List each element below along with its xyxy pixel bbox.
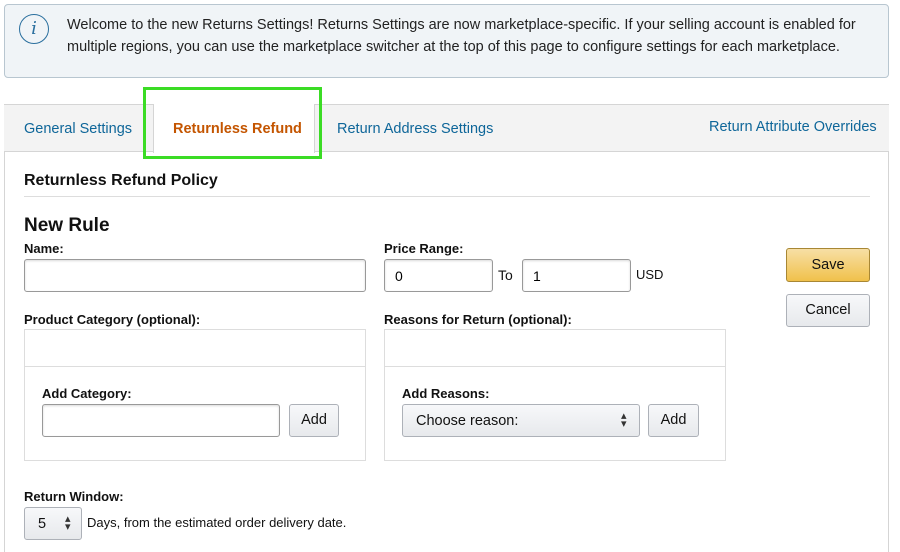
add-category-label: Add Category:	[42, 386, 132, 401]
return-window-label: Return Window:	[24, 489, 124, 504]
currency-label: USD	[636, 267, 664, 282]
price-range-label: Price Range:	[384, 241, 464, 256]
cancel-button[interactable]: Cancel	[786, 294, 870, 327]
tab-return-attribute-overrides[interactable]: Return Attribute Overrides	[709, 119, 877, 135]
return-window-select[interactable]: 5 ▴ ▾	[24, 507, 82, 540]
return-window-value: 5	[38, 516, 47, 532]
add-reason-button[interactable]: Add	[648, 404, 699, 437]
highlight-box	[143, 87, 322, 159]
save-button[interactable]: Save	[786, 248, 870, 282]
section-title: Returnless Refund Policy	[24, 172, 218, 189]
name-label: Name:	[24, 241, 64, 256]
reason-select[interactable]: Choose reason: ▴ ▾	[402, 404, 640, 437]
category-input[interactable]	[42, 404, 280, 437]
category-panel-divider	[25, 366, 365, 367]
rule-title: New Rule	[24, 215, 110, 236]
tab-return-address-settings[interactable]: Return Address Settings	[337, 121, 493, 137]
tab-general-settings[interactable]: General Settings	[24, 121, 132, 137]
name-input[interactable]	[24, 259, 366, 292]
price-to-input[interactable]	[522, 259, 631, 292]
reasons-label: Reasons for Return (optional):	[384, 312, 572, 327]
select-arrows-icon: ▴ ▾	[621, 410, 627, 430]
price-to-label: To	[498, 267, 513, 283]
select-arrows-icon: ▴ ▾	[65, 513, 71, 533]
add-reasons-label: Add Reasons:	[402, 386, 490, 401]
reasons-panel-divider	[385, 366, 725, 367]
reason-select-value: Choose reason:	[416, 413, 519, 429]
price-from-input[interactable]	[384, 259, 493, 292]
info-icon: i	[19, 14, 49, 44]
banner-text: Welcome to the new Returns Settings! Ret…	[67, 17, 856, 55]
category-label: Product Category (optional):	[24, 312, 201, 327]
section-divider	[24, 196, 870, 197]
add-category-button[interactable]: Add	[289, 404, 339, 437]
return-window-text: Days, from the estimated order delivery …	[87, 515, 347, 530]
